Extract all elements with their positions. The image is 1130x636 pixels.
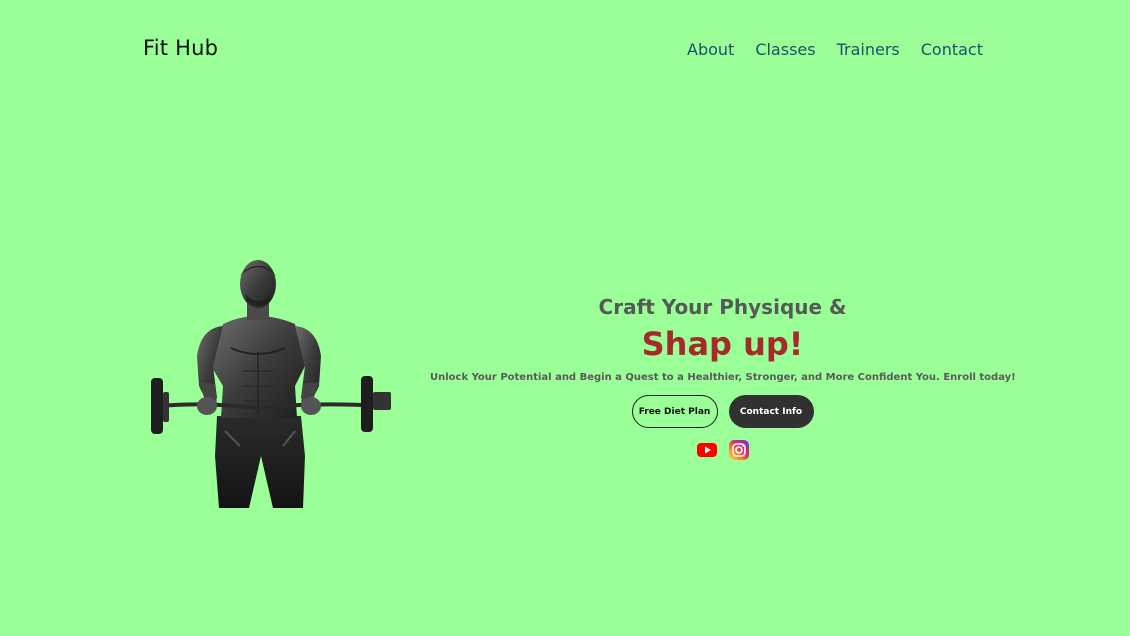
hero-section: Craft Your Physique & Shap up! Unlock Yo… — [430, 290, 1016, 461]
hero-highlight: Shap up! — [641, 325, 804, 363]
brand-logo[interactable]: Fit Hub — [143, 36, 218, 60]
page: Fit Hub About Classes Trainers Contact C… — [0, 0, 1130, 636]
bodybuilder-with-barbell-image — [151, 260, 391, 508]
nav-classes-link[interactable]: Classes — [755, 40, 815, 59]
hero-image — [145, 256, 397, 512]
youtube-icon[interactable] — [696, 439, 718, 461]
hero-buttons: Free Diet Plan Contact Info — [430, 395, 1015, 428]
instagram-icon[interactable] — [728, 439, 750, 461]
contact-info-button[interactable]: Contact Info — [728, 395, 814, 428]
social-links — [430, 439, 1015, 461]
main-nav: About Classes Trainers Contact — [687, 40, 983, 59]
hero-headline: Craft Your Physique & — [598, 295, 847, 319]
hero-subtext: Unlock Your Potential and Begin a Quest … — [430, 372, 1016, 383]
free-diet-plan-button[interactable]: Free Diet Plan — [631, 395, 718, 428]
nav-about-link[interactable]: About — [687, 40, 734, 59]
nav-contact-link[interactable]: Contact — [921, 40, 983, 59]
nav-trainers-link[interactable]: Trainers — [837, 40, 900, 59]
